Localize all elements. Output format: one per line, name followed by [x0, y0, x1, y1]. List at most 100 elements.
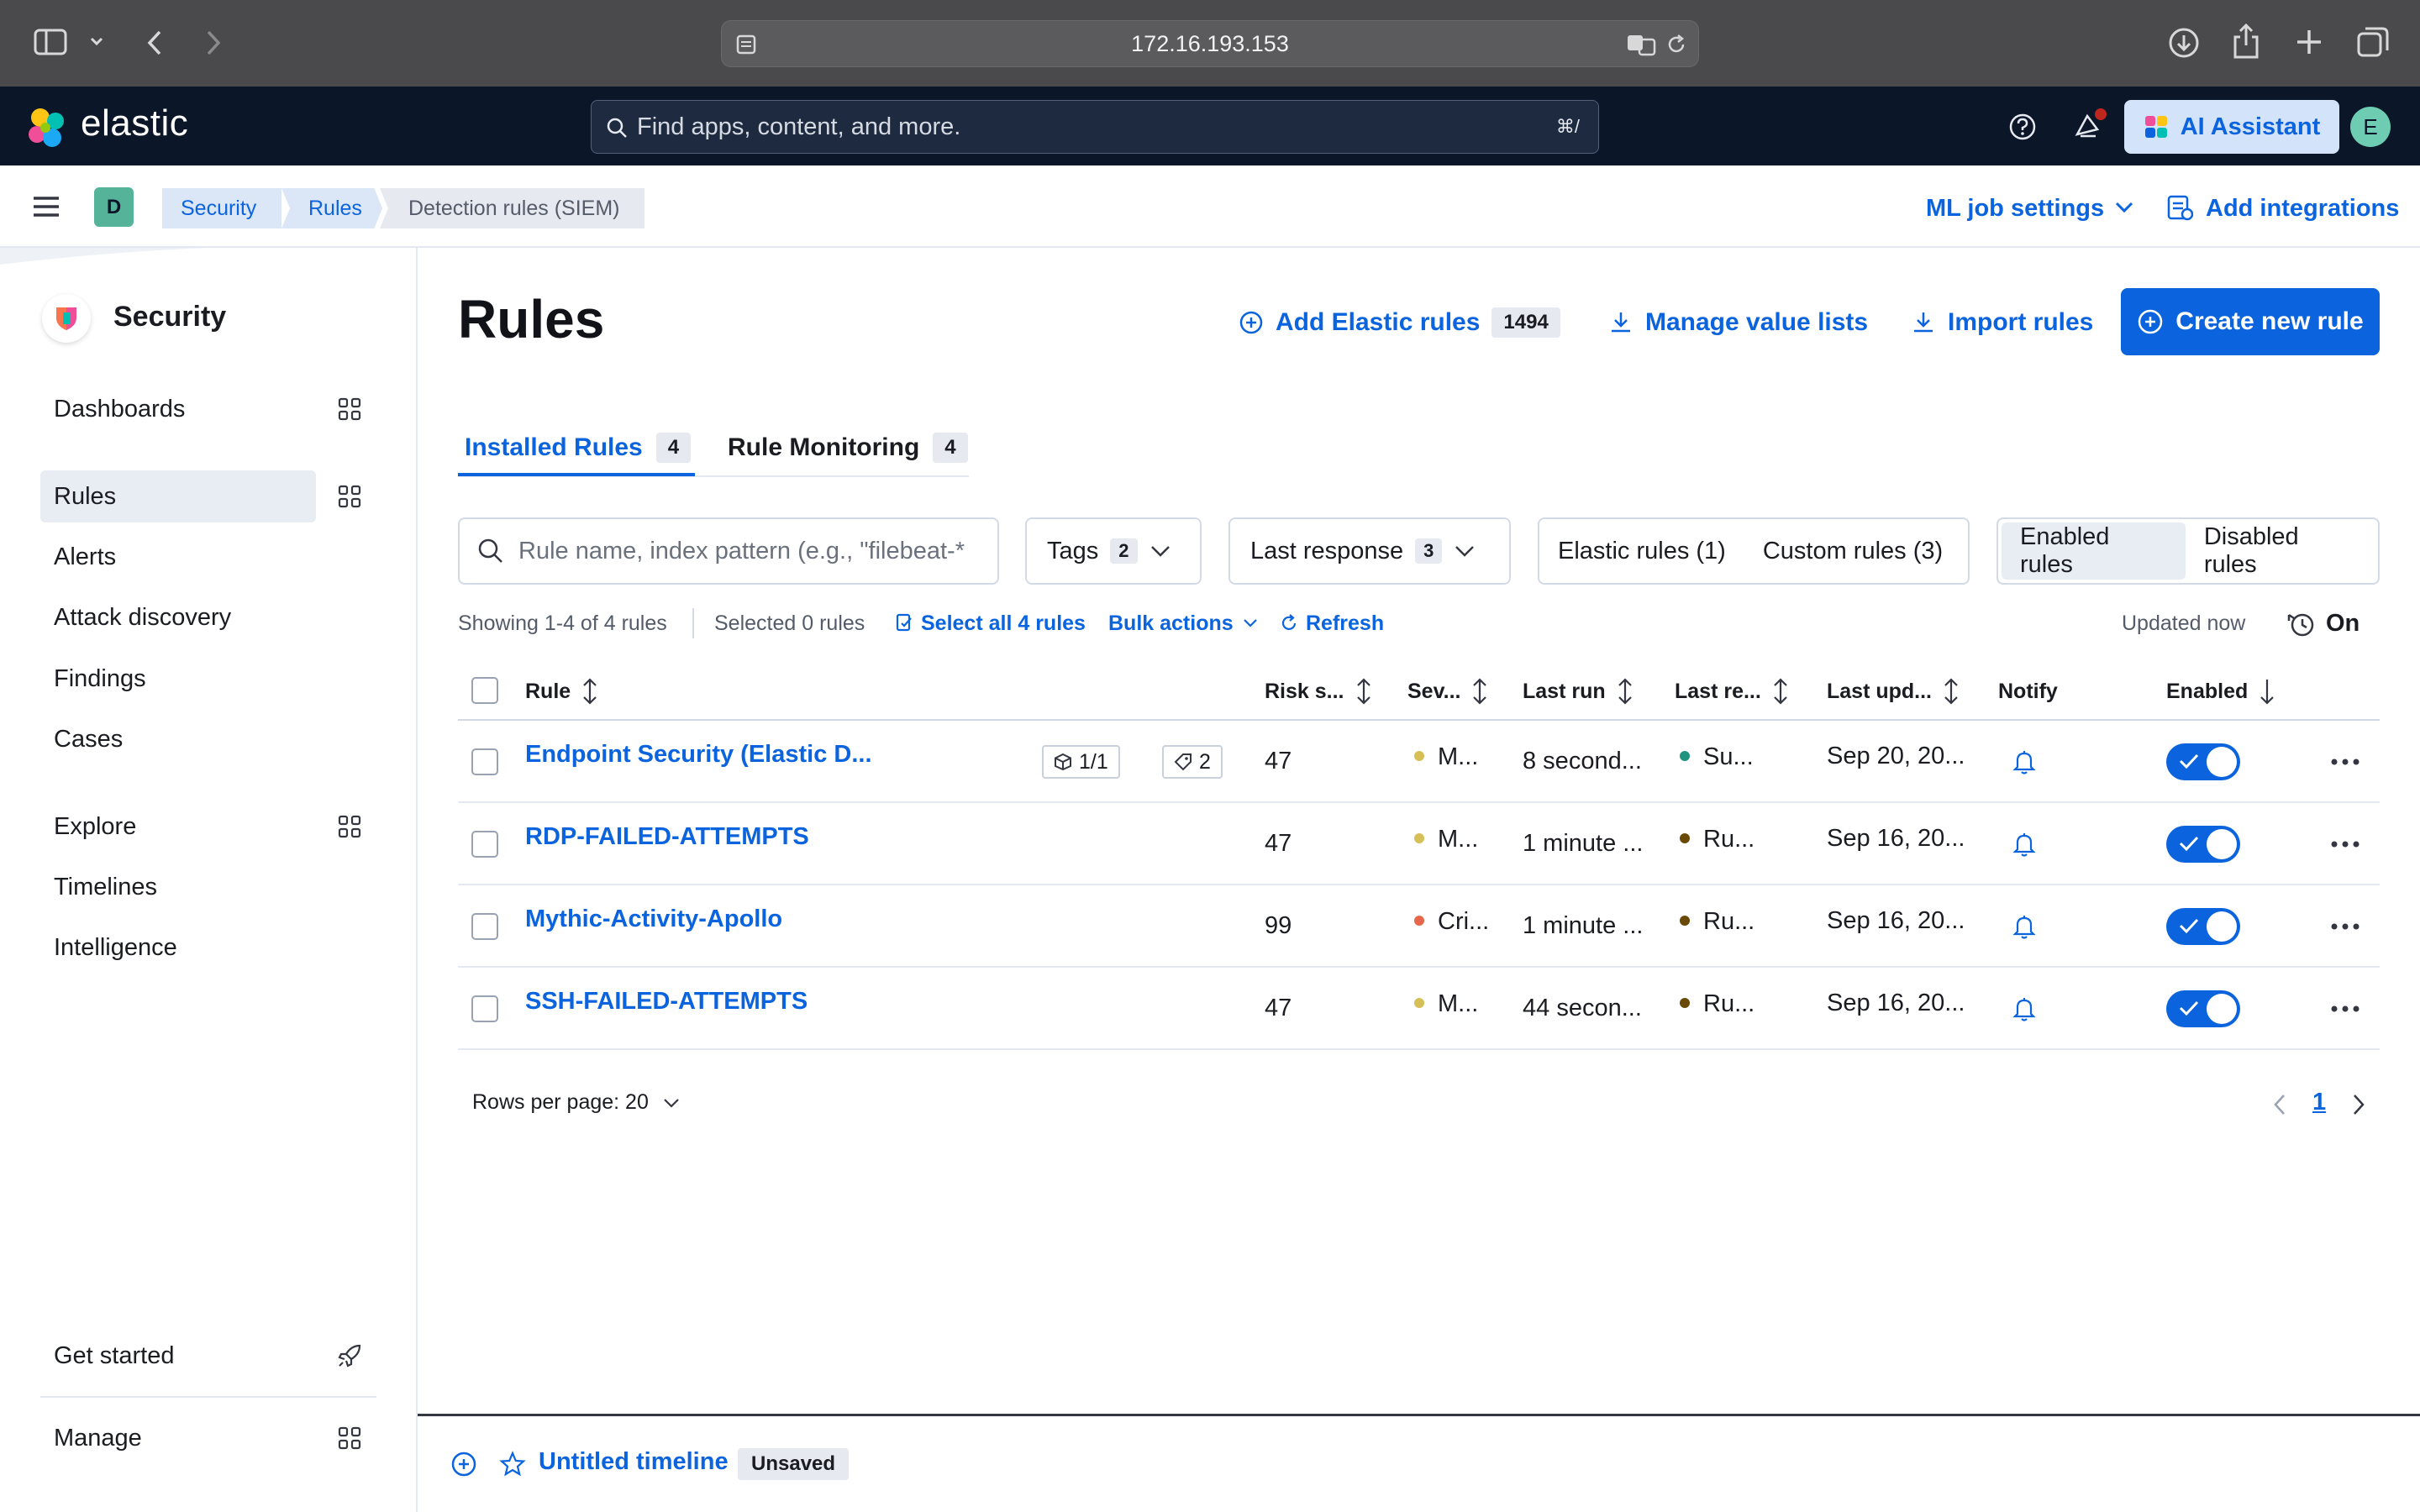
- rule-name-link[interactable]: RDP-FAILED-ATTEMPTS: [525, 823, 809, 851]
- elastic-rules-filter[interactable]: Elastic rules (1): [1539, 519, 1744, 583]
- help-icon[interactable]: [2008, 113, 2037, 141]
- create-new-rule-button[interactable]: Create new rule: [2121, 288, 2380, 355]
- sidebar-item-manage[interactable]: Manage: [40, 1412, 316, 1464]
- tab-rule-monitoring[interactable]: Rule Monitoring 4: [728, 420, 968, 475]
- column-header-risk-score[interactable]: Risk s...: [1265, 678, 1373, 705]
- select-all-checkbox[interactable]: [471, 677, 498, 704]
- column-header-last-response[interactable]: Last re...: [1675, 678, 1790, 705]
- row-checkbox[interactable]: [471, 831, 498, 858]
- sidebar-item-timelines[interactable]: Timelines: [40, 861, 316, 913]
- breadcrumb-security[interactable]: Security: [162, 188, 281, 228]
- next-page-icon[interactable]: [2351, 1092, 2366, 1117]
- apps-grid-icon[interactable]: [338, 1426, 361, 1450]
- package-icon: [1054, 753, 1072, 771]
- enabled-toggle[interactable]: [2166, 990, 2240, 1027]
- ml-job-settings-link[interactable]: ML job settings: [1926, 192, 2104, 225]
- last-response-filter[interactable]: Last response 3: [1228, 517, 1511, 585]
- sidebar-item-attack-discovery[interactable]: Attack discovery: [40, 591, 316, 643]
- timeline-title[interactable]: Untitled timeline: [539, 1448, 729, 1476]
- row-actions-icon[interactable]: [2330, 1005, 2360, 1013]
- reload-icon[interactable]: [1665, 33, 1688, 56]
- column-header-severity[interactable]: Sev...: [1407, 678, 1489, 705]
- space-avatar[interactable]: D: [94, 187, 134, 227]
- sidebar-item-dashboards[interactable]: Dashboards: [40, 383, 316, 435]
- column-header-last-updated[interactable]: Last upd...: [1827, 678, 1960, 705]
- column-header-enabled[interactable]: Enabled: [2166, 679, 2276, 705]
- tags-badge[interactable]: 2: [1162, 745, 1223, 779]
- bell-icon[interactable]: [2012, 913, 2036, 940]
- custom-rules-filter[interactable]: Custom rules (3): [1744, 519, 1961, 583]
- auto-refresh-toggle[interactable]: On: [2286, 611, 2360, 637]
- row-checkbox[interactable]: [471, 913, 498, 940]
- tags-count: 2: [1199, 749, 1211, 774]
- disabled-rules-filter[interactable]: Disabled rules: [2186, 522, 2375, 580]
- sidebar-item-get-started[interactable]: Get started: [40, 1330, 316, 1382]
- translate-icon[interactable]: [1626, 33, 1658, 56]
- row-checkbox[interactable]: [471, 995, 498, 1022]
- row-checkbox[interactable]: [471, 748, 498, 775]
- apps-grid-icon[interactable]: [338, 815, 361, 838]
- bell-icon[interactable]: [2012, 831, 2036, 858]
- add-elastic-rules-button[interactable]: Add Elastic rules 1494: [1239, 302, 1560, 343]
- bulk-actions-button[interactable]: Bulk actions: [1108, 611, 1259, 636]
- tab-overview-icon[interactable]: [2356, 25, 2390, 59]
- ai-assistant-button[interactable]: AI Assistant: [2124, 100, 2339, 154]
- sidebar-item-explore[interactable]: Explore: [40, 801, 316, 853]
- manage-value-lists-button[interactable]: Manage value lists: [1608, 302, 1868, 343]
- last-response-cell[interactable]: Su...: [1680, 743, 1754, 771]
- enabled-toggle[interactable]: [2166, 826, 2240, 863]
- enabled-toggle[interactable]: [2166, 908, 2240, 945]
- share-icon[interactable]: [2232, 24, 2260, 59]
- bell-icon[interactable]: [2012, 748, 2036, 775]
- row-actions-icon[interactable]: [2330, 758, 2360, 766]
- sidebar-toggle-icon[interactable]: [34, 29, 67, 55]
- row-actions-icon[interactable]: [2330, 922, 2360, 931]
- global-search-input[interactable]: Find apps, content, and more. ⌘/: [591, 100, 1599, 154]
- enabled-toggle[interactable]: [2166, 743, 2240, 780]
- download-icon[interactable]: [2168, 27, 2200, 59]
- column-header-rule[interactable]: Rule: [525, 678, 599, 705]
- last-response-cell[interactable]: Ru...: [1680, 990, 1754, 1018]
- rule-search-input[interactable]: Rule name, index pattern (e.g., "filebea…: [458, 517, 999, 585]
- chevron-down-icon[interactable]: [2114, 200, 2134, 215]
- sidebar-item-intelligence[interactable]: Intelligence: [40, 921, 316, 974]
- tags-filter[interactable]: Tags 2: [1025, 517, 1202, 585]
- elastic-logo-icon[interactable]: [25, 106, 69, 150]
- user-avatar[interactable]: E: [2350, 107, 2391, 147]
- previous-page-icon[interactable]: [2272, 1092, 2287, 1117]
- rule-name-link[interactable]: SSH-FAILED-ATTEMPTS: [525, 988, 808, 1016]
- integrations-badge[interactable]: 1/1: [1042, 745, 1120, 779]
- last-response-cell[interactable]: Ru...: [1680, 826, 1754, 853]
- sidebar-item-rules[interactable]: Rules: [40, 470, 316, 522]
- select-all-button[interactable]: Select all 4 rules: [896, 611, 1086, 636]
- enabled-rules-filter[interactable]: Enabled rules: [2002, 522, 2186, 580]
- add-elastic-rules-label: Add Elastic rules: [1276, 308, 1481, 336]
- refresh-button[interactable]: Refresh: [1279, 611, 1384, 636]
- sidebar-item-alerts[interactable]: Alerts: [40, 531, 316, 583]
- tab-installed-rules[interactable]: Installed Rules 4: [465, 420, 692, 475]
- add-integrations-link[interactable]: Add integrations: [2206, 192, 2399, 225]
- import-rules-button[interactable]: Import rules: [1911, 302, 2093, 343]
- rows-per-page-button[interactable]: Rows per page: 20: [472, 1090, 681, 1115]
- apps-grid-icon[interactable]: [338, 397, 361, 421]
- star-icon[interactable]: [499, 1451, 526, 1478]
- sidebar-item-cases[interactable]: Cases: [40, 713, 316, 765]
- sidebar-item-findings[interactable]: Findings: [40, 653, 316, 705]
- menu-icon[interactable]: [32, 195, 60, 218]
- last-response-cell[interactable]: Ru...: [1680, 908, 1754, 936]
- apps-grid-icon[interactable]: [338, 485, 361, 508]
- news-feed-icon[interactable]: [2072, 108, 2109, 143]
- forward-arrow-icon[interactable]: [203, 29, 224, 57]
- column-header-last-run[interactable]: Last run: [1523, 678, 1634, 705]
- rule-name-link[interactable]: Mythic-Activity-Apollo: [525, 906, 782, 933]
- page-number-button[interactable]: 1: [2312, 1089, 2326, 1116]
- new-tab-icon[interactable]: [2294, 27, 2324, 57]
- breadcrumb-rules[interactable]: Rules: [281, 188, 382, 228]
- bell-icon[interactable]: [2012, 995, 2036, 1022]
- add-timeline-icon[interactable]: [450, 1451, 477, 1478]
- row-actions-icon[interactable]: [2330, 840, 2360, 848]
- address-bar[interactable]: 172.16.193.153: [721, 20, 1699, 67]
- back-arrow-icon[interactable]: [145, 29, 165, 57]
- rule-name-link[interactable]: Endpoint Security (Elastic D...: [525, 741, 872, 769]
- chevron-down-icon[interactable]: [89, 35, 104, 47]
